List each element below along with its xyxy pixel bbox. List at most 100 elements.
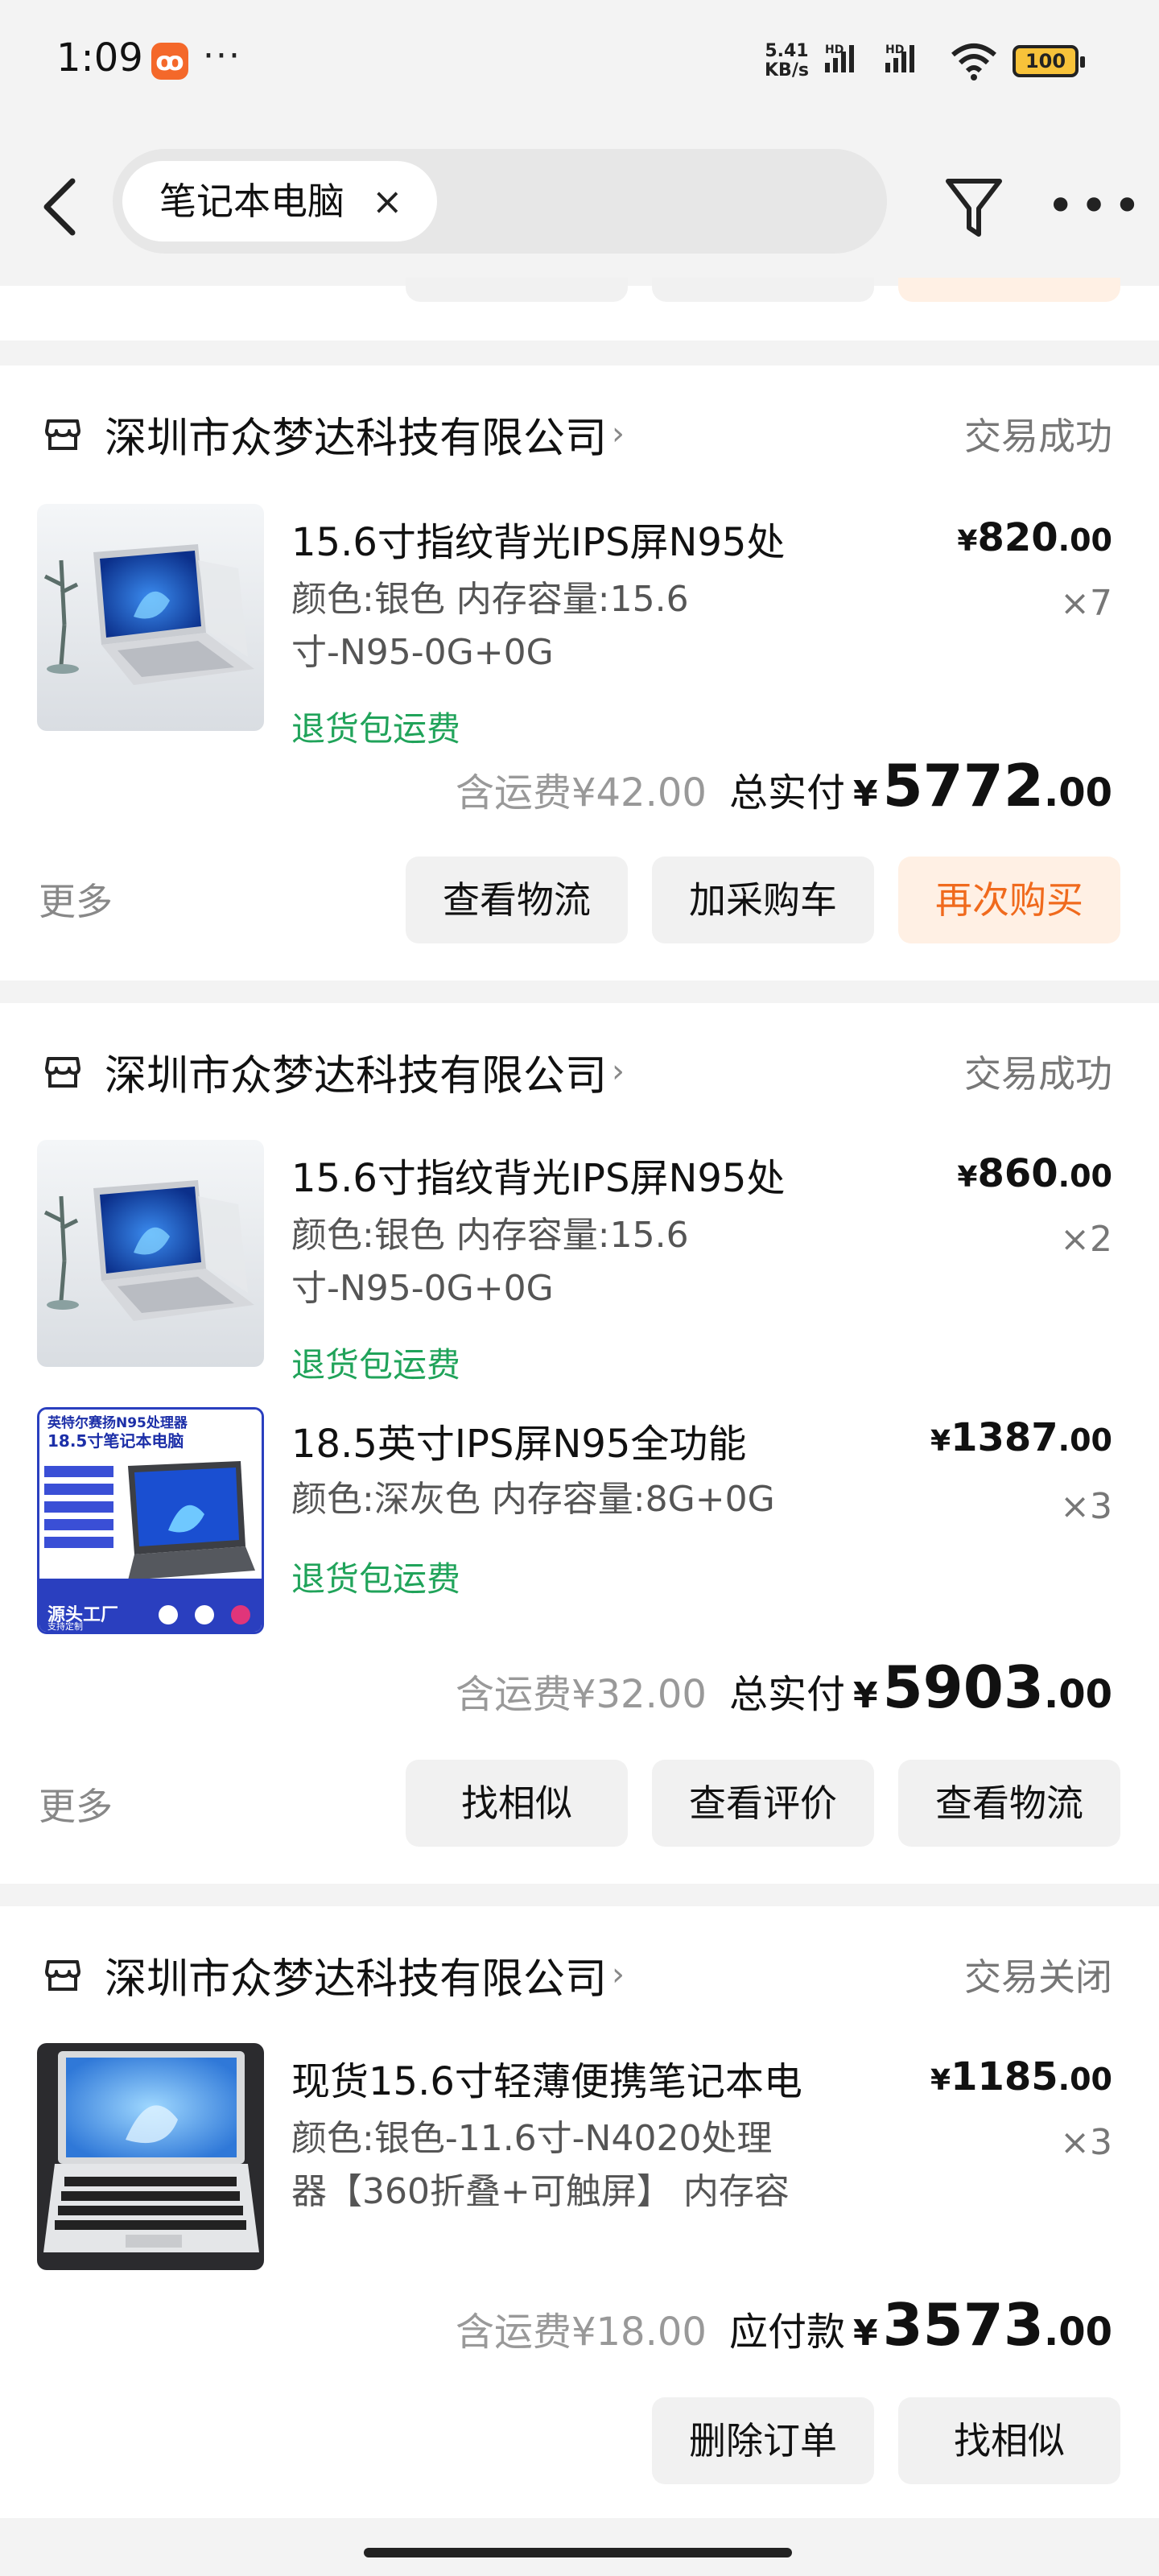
product-spec-line: 器【360折叠+可触屏】 内存容 <box>291 2171 790 2212</box>
chevron-right-icon: › <box>612 1956 625 1993</box>
remnant-button-1 <box>406 278 628 302</box>
more-link[interactable]: 更多 <box>39 1777 113 1831</box>
network-speed: 5.41 KB/s <box>765 42 809 80</box>
product-spec-line: 颜色:深灰色 内存容量:8G+0G <box>291 1479 775 1520</box>
buy-again-button[interactable]: 再次购买 <box>898 857 1120 943</box>
find-similar-button[interactable]: 找相似 <box>406 1760 628 1847</box>
shipping-fee: 含运费¥18.00 <box>455 2310 707 2355</box>
network-speed-value: 5.41 <box>765 41 809 61</box>
filter-funnel-icon[interactable] <box>942 171 1006 244</box>
total-amount: 3573 <box>882 2291 1044 2359</box>
remnant-button-2 <box>652 278 874 302</box>
return-shipping-tag: 退货包运费 <box>291 1345 461 1385</box>
return-shipping-tag: 退货包运费 <box>291 709 461 749</box>
add-to-purchase-cart-button[interactable]: 加采购车 <box>652 857 874 943</box>
back-arrow-icon[interactable] <box>32 167 89 247</box>
total-decimal: .00 <box>1043 2310 1112 2355</box>
product-spec-line: 寸-N95-0G+0G <box>291 1268 554 1309</box>
product-title[interactable]: 现货15.6寸轻薄便携笔记本电 <box>291 2050 802 2106</box>
order-card[interactable]: 深圳市众梦达科技有限公司 › 交易关闭 现货15.6寸轻薄便携笔记本电 颜色:银… <box>0 1906 1159 2518</box>
more-dots-icon[interactable]: ••• <box>1046 182 1146 230</box>
shop-name: 深圳市众梦达科技有限公司 <box>105 414 608 463</box>
shop-name: 深圳市众梦达科技有限公司 <box>105 1955 608 2004</box>
product-title[interactable]: 15.6寸指纹背光IPS屏N95处 <box>291 510 785 567</box>
product-thumbnail[interactable] <box>37 2043 264 2270</box>
kuaishou-icon: ꝏ <box>151 43 188 80</box>
order-status: 交易成功 <box>964 415 1112 458</box>
total-decimal: .00 <box>1043 770 1112 815</box>
price-integer: 860 <box>977 1151 1058 1196</box>
product-thumbnail[interactable] <box>37 504 264 731</box>
remnant-button-3 <box>898 278 1120 302</box>
total-label: 总实付 <box>728 770 845 815</box>
signal-icon-2: HD <box>885 43 914 72</box>
hd-label-2: HD <box>885 43 904 56</box>
product-title[interactable]: 15.6寸指纹背光IPS屏N95处 <box>291 1146 785 1203</box>
total-amount: 5903 <box>882 1653 1044 1721</box>
search-chip[interactable]: 笔记本电脑 × <box>122 161 437 242</box>
total-label: 总实付 <box>728 1672 845 1717</box>
price-currency: ¥ <box>930 1425 951 1458</box>
search-chip-label: 笔记本电脑 <box>159 180 344 223</box>
home-indicator[interactable] <box>364 2548 792 2557</box>
total-amount: 5772 <box>882 752 1044 819</box>
item-price: ¥1185.00 <box>930 2054 1112 2099</box>
order-total-row: 含运费¥32.00 总实付 ¥ 5903 .00 <box>456 1653 1112 1721</box>
product-title[interactable]: 18.5英寸IPS屏N95全功能 <box>291 1412 746 1468</box>
previous-order-card-remnant <box>0 278 1159 341</box>
item-price: ¥820.00 <box>957 515 1112 560</box>
delete-order-button[interactable]: 删除订单 <box>652 2397 874 2484</box>
shop-row[interactable]: 深圳市众梦达科技有限公司 › <box>42 1946 625 2004</box>
price-decimal: .00 <box>1058 522 1112 558</box>
find-similar-button[interactable]: 找相似 <box>898 2397 1120 2484</box>
product-spec: 颜色:银色 内存容量:15.6 寸-N95-0G+0G <box>291 573 823 679</box>
search-box[interactable]: 笔记本电脑 × <box>113 149 887 254</box>
shop-row[interactable]: 深圳市众梦达科技有限公司 › <box>42 406 625 463</box>
signal-icon: HD <box>825 43 854 72</box>
product-spec: 颜色:银色 内存容量:15.6 寸-N95-0G+0G <box>291 1209 823 1315</box>
product-spec-line: 寸-N95-0G+0G <box>291 632 554 673</box>
battery-icon: 100 <box>1013 45 1085 77</box>
status-time: 1:09 <box>56 35 143 80</box>
order-status: 交易成功 <box>964 1052 1112 1096</box>
more-link[interactable]: 更多 <box>39 873 113 926</box>
product-spec-line: 颜色:银色 内存容量:15.6 <box>291 579 689 620</box>
item-quantity: ×2 <box>1060 1219 1112 1260</box>
view-logistics-button[interactable]: 查看物流 <box>898 1760 1120 1847</box>
view-logistics-button[interactable]: 查看物流 <box>406 857 628 943</box>
chevron-right-icon: › <box>612 1053 625 1090</box>
shipping-fee: 含运费¥42.00 <box>455 770 707 815</box>
order-card[interactable]: 深圳市众梦达科技有限公司 › 交易成功 15.6寸指纹背光IPS屏N95处 颜色… <box>0 365 1159 980</box>
total-currency: ¥ <box>852 1675 878 1716</box>
order-total-row: 含运费¥42.00 总实付 ¥ 5772 .00 <box>456 752 1112 819</box>
price-currency: ¥ <box>957 1161 978 1194</box>
price-decimal: .00 <box>1058 1158 1112 1194</box>
price-decimal: .00 <box>1058 2062 1112 2097</box>
status-more-dots: ··· <box>203 35 241 76</box>
item-price: ¥860.00 <box>957 1151 1112 1196</box>
product-spec: 颜色:银色-11.6寸-N4020处理 器【360折叠+可触屏】 内存容 <box>291 2112 823 2219</box>
price-currency: ¥ <box>930 2064 951 2097</box>
view-reviews-button[interactable]: 查看评价 <box>652 1760 874 1847</box>
chip-close-icon[interactable]: × <box>372 161 403 242</box>
total-decimal: .00 <box>1043 1672 1112 1717</box>
item-price: ¥1387.00 <box>930 1415 1112 1460</box>
total-label: 应付款 <box>728 2310 845 2355</box>
shop-row[interactable]: 深圳市众梦达科技有限公司 › <box>42 1043 625 1100</box>
price-integer: 1387 <box>951 1415 1058 1460</box>
return-shipping-tag: 退货包运费 <box>291 1559 461 1599</box>
shop-icon <box>45 1960 80 1991</box>
thumb-text-title: 18.5寸笔记本电脑 <box>47 1431 184 1451</box>
item-quantity: ×3 <box>1060 2122 1112 2163</box>
order-card[interactable]: 深圳市众梦达科技有限公司 › 交易成功 15.6寸指纹背光IPS屏N95处 颜色… <box>0 1003 1159 1884</box>
total-currency: ¥ <box>852 2313 878 2354</box>
shipping-fee: 含运费¥32.00 <box>455 1672 707 1717</box>
price-integer: 1185 <box>951 2054 1058 2099</box>
order-status: 交易关闭 <box>964 1955 1112 1999</box>
status-bar: 1:09 ꝏ ··· 5.41 KB/s HD HD 100 <box>0 0 1159 125</box>
product-thumbnail[interactable]: 英特尔赛扬N95处理器 18.5寸笔记本电脑 源头工厂 支持定制 <box>37 1407 264 1634</box>
product-spec-line: 颜色:银色-11.6寸-N4020处理 <box>291 2118 773 2159</box>
price-currency: ¥ <box>957 525 978 558</box>
shop-icon <box>45 1057 80 1088</box>
product-thumbnail[interactable] <box>37 1140 264 1367</box>
